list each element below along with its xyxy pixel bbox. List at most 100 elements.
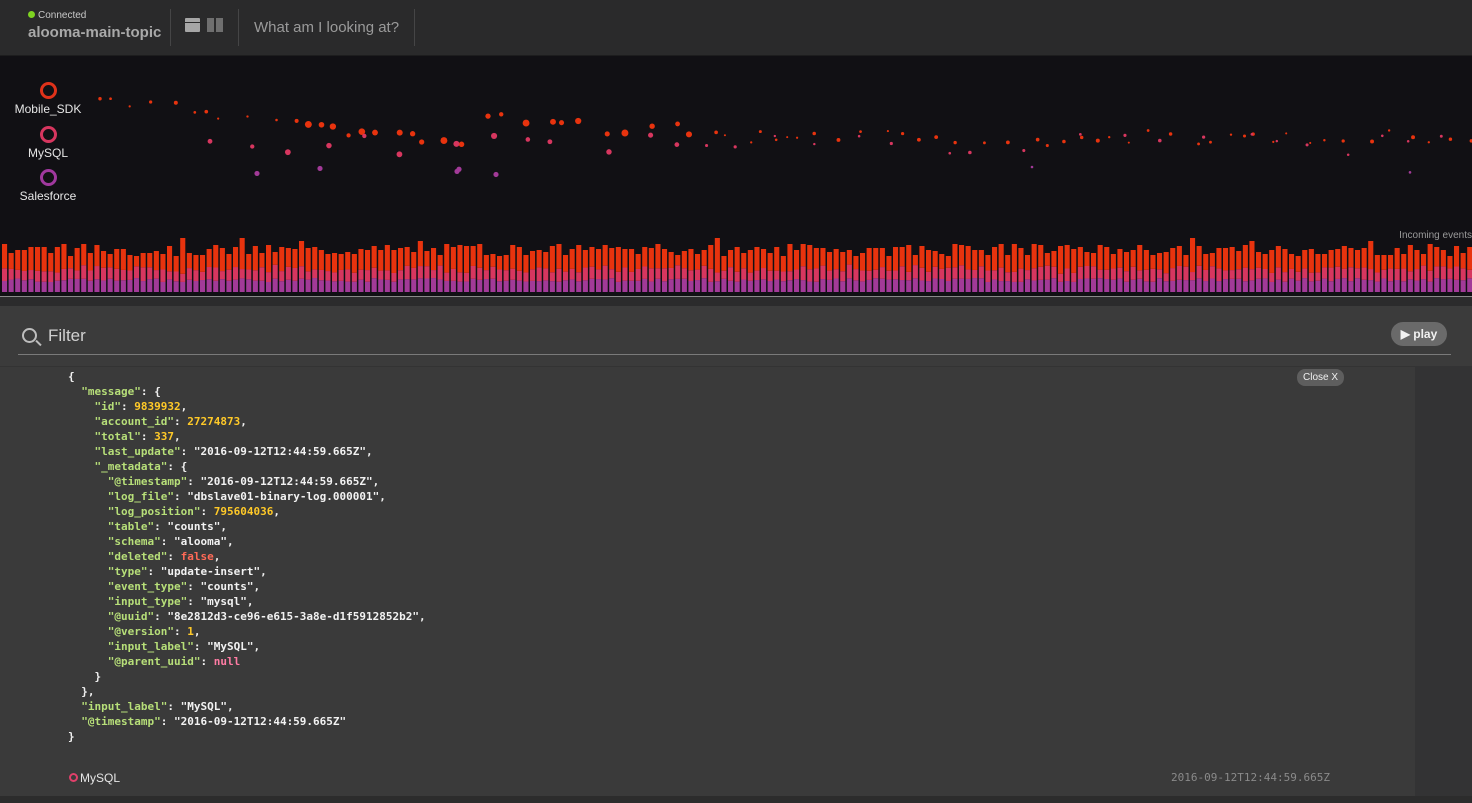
mobile-sdk-event-dot[interactable] bbox=[558, 120, 565, 126]
mobile-sdk-event-dot[interactable] bbox=[1079, 135, 1084, 140]
mobile-sdk-event-dot[interactable] bbox=[1341, 139, 1345, 143]
mysql-event-dot[interactable] bbox=[648, 132, 654, 138]
mobile-sdk-event-dot[interactable] bbox=[1045, 144, 1049, 148]
legend-mysql[interactable]: MySQL bbox=[0, 126, 98, 160]
salesforce-event-dot[interactable] bbox=[493, 171, 499, 178]
mobile-sdk-event-dot[interactable] bbox=[723, 134, 726, 137]
mysql-event-dot[interactable] bbox=[1346, 153, 1350, 157]
mysql-event-dot[interactable] bbox=[857, 134, 861, 138]
mobile-sdk-event-dot[interactable] bbox=[246, 115, 249, 118]
mobile-sdk-event-dot[interactable] bbox=[774, 138, 778, 142]
mobile-sdk-event-dot[interactable] bbox=[372, 129, 378, 136]
mobile-sdk-event-dot[interactable] bbox=[1108, 136, 1111, 139]
mobile-sdk-event-dot[interactable] bbox=[173, 100, 178, 105]
mobile-sdk-event-dot[interactable] bbox=[786, 136, 789, 139]
mobile-sdk-event-dot[interactable] bbox=[685, 131, 693, 138]
mobile-sdk-event-dot[interactable] bbox=[1448, 137, 1453, 141]
mobile-sdk-event-dot[interactable] bbox=[440, 137, 448, 145]
mobile-sdk-event-dot[interactable] bbox=[983, 141, 986, 145]
mobile-sdk-event-dot[interactable] bbox=[1309, 141, 1312, 144]
mobile-sdk-event-dot[interactable] bbox=[193, 111, 197, 114]
mobile-sdk-event-dot[interactable] bbox=[294, 118, 299, 123]
mobile-sdk-event-dot[interactable] bbox=[1062, 139, 1066, 144]
play-button[interactable]: ▶ play bbox=[1391, 322, 1447, 346]
mysql-event-dot[interactable] bbox=[1078, 133, 1082, 136]
mysql-event-dot[interactable] bbox=[705, 143, 709, 148]
mysql-event-dot[interactable] bbox=[1158, 138, 1162, 143]
salesforce-event-dot[interactable] bbox=[1030, 165, 1034, 169]
close-button[interactable]: Close X bbox=[1297, 369, 1345, 386]
mobile-sdk-event-dot[interactable] bbox=[149, 100, 153, 104]
mobile-sdk-event-dot[interactable] bbox=[550, 118, 556, 125]
mysql-event-dot[interactable] bbox=[396, 151, 403, 158]
mobile-sdk-event-dot[interactable] bbox=[329, 123, 337, 130]
mysql-event-dot[interactable] bbox=[547, 139, 553, 145]
stacked-layout-icon[interactable] bbox=[185, 18, 200, 32]
split-layout-icon[interactable] bbox=[207, 18, 214, 32]
mobile-sdk-event-dot[interactable] bbox=[675, 121, 680, 127]
mobile-sdk-event-dot[interactable] bbox=[396, 129, 403, 136]
mobile-sdk-event-dot[interactable] bbox=[649, 123, 655, 129]
help-link[interactable]: What am I looking at? bbox=[254, 19, 399, 36]
mobile-sdk-event-dot[interactable] bbox=[1387, 129, 1391, 132]
mobile-sdk-event-dot[interactable] bbox=[1285, 132, 1288, 135]
mysql-event-dot[interactable] bbox=[674, 142, 680, 147]
mysql-event-dot[interactable] bbox=[968, 150, 972, 155]
mobile-sdk-event-dot[interactable] bbox=[98, 96, 102, 101]
mobile-sdk-event-dot[interactable] bbox=[204, 109, 209, 114]
mysql-event-dot[interactable] bbox=[525, 137, 531, 142]
mobile-sdk-event-dot[interactable] bbox=[409, 131, 416, 137]
mobile-sdk-event-dot[interactable] bbox=[836, 138, 841, 142]
mysql-event-dot[interactable] bbox=[1275, 139, 1279, 143]
split-layout-icon-right[interactable] bbox=[216, 18, 223, 32]
salesforce-event-dot[interactable] bbox=[454, 168, 460, 175]
mobile-sdk-event-dot[interactable] bbox=[1229, 133, 1233, 136]
mysql-event-dot[interactable] bbox=[1381, 134, 1384, 138]
mobile-sdk-event-dot[interactable] bbox=[1209, 140, 1212, 144]
mobile-sdk-event-dot[interactable] bbox=[1427, 141, 1430, 144]
mysql-event-dot[interactable] bbox=[733, 145, 737, 149]
mobile-sdk-event-dot[interactable] bbox=[604, 131, 610, 137]
mysql-event-dot[interactable] bbox=[284, 149, 291, 156]
salesforce-event-dot[interactable] bbox=[317, 165, 323, 172]
mysql-event-dot[interactable] bbox=[948, 151, 952, 155]
mobile-sdk-event-dot[interactable] bbox=[1197, 142, 1200, 146]
mobile-sdk-event-dot[interactable] bbox=[886, 129, 889, 133]
mobile-sdk-event-dot[interactable] bbox=[522, 119, 530, 127]
mysql-event-dot[interactable] bbox=[491, 132, 498, 139]
mobile-sdk-event-dot[interactable] bbox=[934, 135, 939, 140]
mobile-sdk-event-dot[interactable] bbox=[485, 113, 491, 119]
mysql-event-dot[interactable] bbox=[250, 144, 255, 149]
mobile-sdk-event-dot[interactable] bbox=[750, 141, 753, 144]
mobile-sdk-event-dot[interactable] bbox=[275, 118, 278, 122]
mobile-sdk-event-dot[interactable] bbox=[1168, 132, 1173, 136]
mysql-event-dot[interactable] bbox=[207, 138, 213, 144]
mobile-sdk-event-dot[interactable] bbox=[758, 130, 762, 134]
mysql-event-dot[interactable] bbox=[1305, 143, 1309, 147]
salesforce-event-dot[interactable] bbox=[254, 170, 260, 177]
mysql-event-dot[interactable] bbox=[813, 142, 816, 146]
mobile-sdk-event-dot[interactable] bbox=[953, 140, 957, 145]
mobile-sdk-event-dot[interactable] bbox=[1005, 140, 1010, 145]
mobile-sdk-event-dot[interactable] bbox=[304, 120, 312, 128]
mobile-sdk-event-dot[interactable] bbox=[419, 139, 425, 145]
mobile-sdk-event-dot[interactable] bbox=[795, 136, 799, 139]
mysql-event-dot[interactable] bbox=[1439, 134, 1443, 138]
mobile-sdk-event-dot[interactable] bbox=[109, 97, 112, 101]
mysql-event-dot[interactable] bbox=[773, 134, 777, 138]
mobile-sdk-event-dot[interactable] bbox=[900, 131, 905, 136]
mobile-sdk-event-dot[interactable] bbox=[621, 129, 629, 137]
mysql-event-dot[interactable] bbox=[1406, 139, 1410, 143]
mobile-sdk-event-dot[interactable] bbox=[1323, 139, 1326, 142]
salesforce-event-dot[interactable] bbox=[1408, 171, 1412, 174]
mysql-event-dot[interactable] bbox=[1123, 133, 1127, 137]
mysql-event-dot[interactable] bbox=[1022, 148, 1026, 153]
mobile-sdk-event-dot[interactable] bbox=[1272, 140, 1275, 143]
mobile-sdk-event-dot[interactable] bbox=[458, 141, 465, 148]
legend-mobile-sdk[interactable]: Mobile_SDK bbox=[0, 82, 98, 116]
mobile-sdk-event-dot[interactable] bbox=[812, 131, 816, 136]
mysql-event-dot[interactable] bbox=[1250, 132, 1254, 136]
mysql-event-dot[interactable] bbox=[889, 141, 893, 146]
mobile-sdk-event-dot[interactable] bbox=[714, 130, 718, 135]
mobile-sdk-event-dot[interactable] bbox=[1127, 141, 1130, 144]
